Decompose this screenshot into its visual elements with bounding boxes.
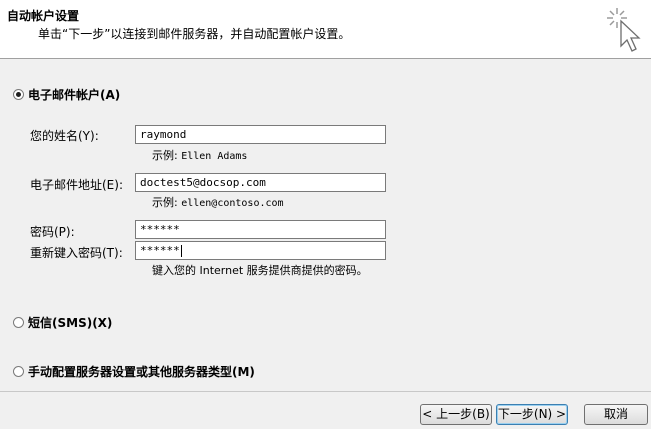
name-input[interactable]: raymond (135, 125, 386, 144)
retype-password-input[interactable]: ****** (135, 241, 386, 260)
password-hint: 键入您的 Internet 服务提供商提供的密码。 (152, 264, 368, 277)
back-button[interactable]: < 上一步(B) (420, 404, 492, 425)
header-subtitle: 单击“下一步”以连接到邮件服务器，并自动配置帐户设置。 (38, 27, 351, 41)
cancel-button[interactable]: 取消 (584, 404, 648, 425)
name-hint: 示例: Ellen Adams (152, 149, 248, 162)
sms-radio[interactable] (13, 317, 24, 328)
manual-config-label: 手动配置服务器设置或其他服务器类型(M) (28, 365, 255, 379)
retype-password-label: 重新键入密码(T): (30, 246, 123, 260)
password-input[interactable]: ****** (135, 220, 386, 239)
sms-label: 短信(SMS)(X) (28, 316, 113, 330)
next-button[interactable]: 下一步(N) > (496, 404, 568, 425)
email-input[interactable]: doctest5@docsop.com (135, 173, 386, 192)
email-hint: 示例: ellen@contoso.com (152, 196, 284, 209)
email-account-label: 电子邮件帐户(A) (28, 88, 121, 102)
footer-divider (0, 391, 651, 392)
wizard-header: 自动帐户设置 单击“下一步”以连接到邮件服务器，并自动配置帐户设置。 (0, 0, 651, 59)
manual-config-radio[interactable] (13, 366, 24, 377)
email-account-radio[interactable] (13, 89, 24, 100)
name-label: 您的姓名(Y): (30, 129, 99, 143)
magic-wand-cursor-icon (607, 8, 641, 52)
password-label: 密码(P): (30, 225, 75, 239)
header-title: 自动帐户设置 (7, 9, 80, 23)
option-email-account[interactable]: 电子邮件帐户(A) (13, 86, 120, 103)
option-sms[interactable]: 短信(SMS)(X) (13, 314, 112, 331)
email-label: 电子邮件地址(E): (30, 178, 123, 192)
text-caret (180, 245, 182, 257)
option-manual-config[interactable]: 手动配置服务器设置或其他服务器类型(M) (13, 363, 255, 380)
